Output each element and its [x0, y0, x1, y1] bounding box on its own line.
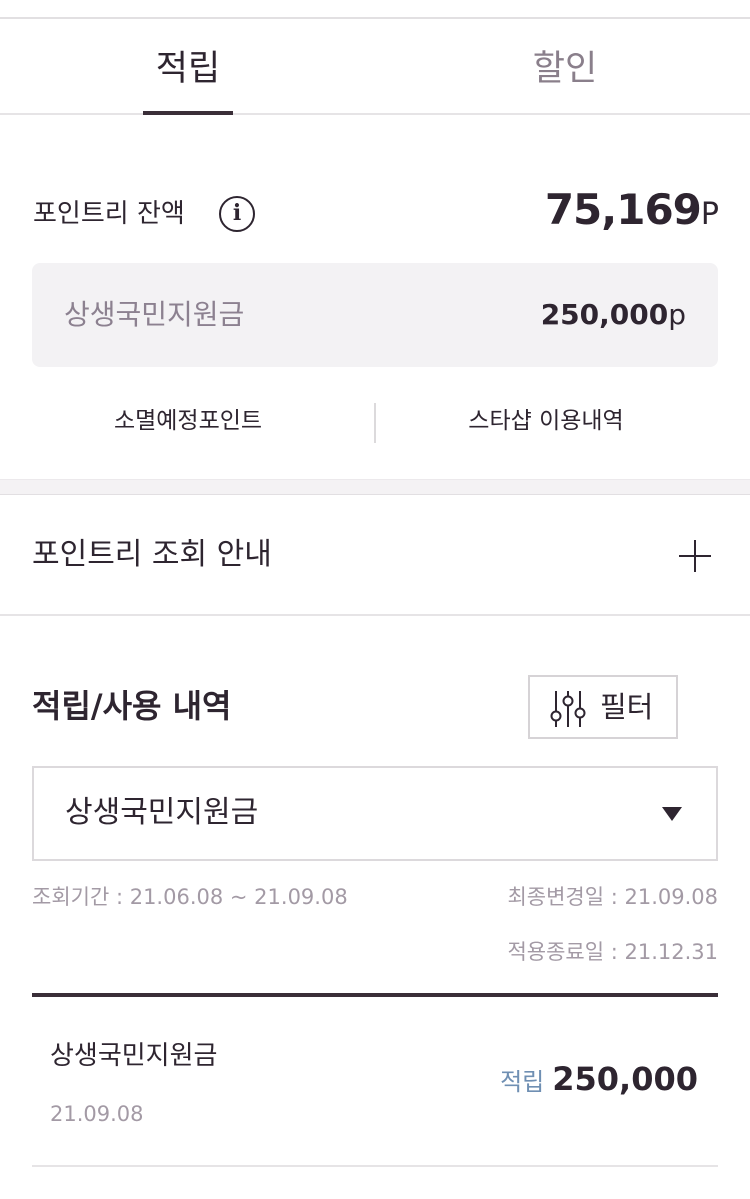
- entry-amount-group: 적립 250,000: [500, 1057, 698, 1107]
- point-guide-accordion[interactable]: 포인트리 조회 안내: [0, 495, 750, 616]
- triangle-down-icon: [662, 807, 682, 821]
- history-title: 적립/사용 내역: [32, 687, 232, 725]
- support-fund-unit: p: [668, 298, 686, 331]
- plus-icon[interactable]: [679, 540, 711, 572]
- balance-label: 포인트리 잔액: [33, 199, 185, 229]
- support-fund-value: 250,000p: [541, 296, 686, 334]
- filter-label: 필터: [600, 690, 654, 724]
- link-divider: [374, 403, 376, 443]
- balance-amount: 75,169: [544, 185, 702, 234]
- tab-discount[interactable]: 할인: [487, 19, 643, 115]
- tab-discount-label: 할인: [532, 49, 598, 89]
- expiring-points-link[interactable]: 소멸예정포인트: [60, 401, 316, 441]
- entry-name: 상생국민지원금: [50, 1041, 218, 1071]
- entry-amount: 250,000: [552, 1060, 698, 1098]
- query-period: 조회기간 : 21.06.08 ~ 21.09.08: [32, 885, 348, 909]
- support-fund-amount: 250,000: [540, 298, 669, 331]
- list-item: 상생국민지원금 21.09.08 적립 250,000: [32, 997, 718, 1167]
- balance-value: 75,169P: [545, 186, 719, 239]
- active-tab-indicator: [143, 111, 233, 115]
- balance-unit: P: [700, 197, 719, 232]
- entry-type: 적립: [500, 1068, 545, 1096]
- support-fund-label: 상생국민지원금: [64, 298, 245, 331]
- select-value: 상생국민지원금: [65, 795, 259, 830]
- tab-save-label: 적립: [155, 49, 221, 89]
- tab-save[interactable]: 적립: [110, 19, 266, 115]
- info-icon[interactable]: i: [219, 196, 255, 232]
- support-fund-box: 상생국민지원금 250,000p: [32, 263, 718, 367]
- entry-date: 21.09.08: [50, 1102, 144, 1126]
- tab-bar: 적립 할인: [0, 19, 750, 115]
- application-end-date: 적용종료일 : 21.12.31: [507, 940, 718, 964]
- point-type-select[interactable]: 상생국민지원금: [32, 766, 718, 861]
- filter-button[interactable]: 필터: [528, 675, 678, 739]
- starshop-history-link[interactable]: 스타샵 이용내역: [418, 401, 674, 441]
- point-guide-label: 포인트리 조회 안내: [32, 537, 272, 572]
- section-separator: [0, 479, 750, 495]
- last-modified-date: 최종변경일 : 21.09.08: [507, 885, 718, 909]
- sliders-icon: [550, 691, 586, 727]
